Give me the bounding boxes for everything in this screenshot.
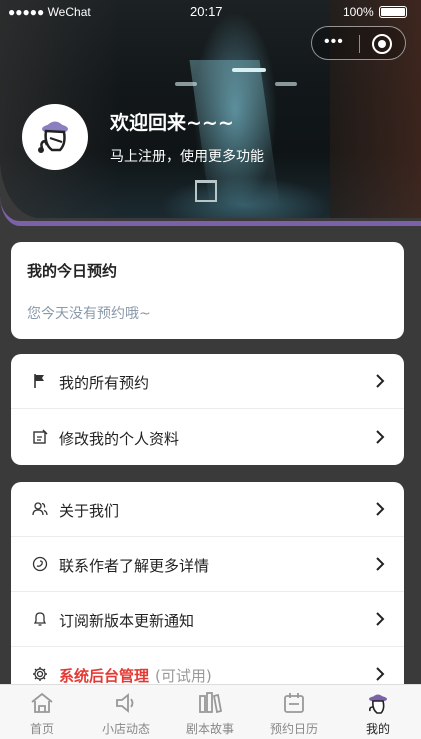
miniprogram-capsule: •••: [311, 26, 406, 60]
tab-mine[interactable]: 我的: [336, 685, 420, 739]
register-prompt[interactable]: 马上注册，使用更多功能: [110, 146, 264, 166]
menu-item-label: 关于我们: [59, 502, 120, 520]
books-icon: [199, 692, 223, 714]
today-reservation-title: 我的今日预约: [27, 262, 118, 280]
admin-trial-hint: (可试用): [155, 667, 212, 685]
profile-avatar-icon: [369, 694, 387, 714]
ceiling-light: [275, 82, 297, 86]
calendar-icon: [284, 693, 304, 713]
today-reservation-card: 我的今日预约 您今天没有预约哦~: [11, 242, 404, 339]
status-time: 20:17: [190, 4, 223, 19]
tab-shop-news[interactable]: 小店动态: [84, 685, 168, 739]
menu-item-about-us[interactable]: 关于我们: [11, 482, 404, 537]
menu-item-label: 联系作者了解更多详情: [59, 557, 210, 575]
tab-label: 首页: [29, 722, 54, 736]
status-battery-percent: 100%: [343, 5, 374, 19]
tab-scripts[interactable]: 剧本故事: [168, 685, 252, 739]
admin-label: 系统后台管理: [59, 667, 150, 685]
bell-icon: [33, 612, 47, 626]
status-bar: ●●●●● WeChat 20:17 100%: [0, 0, 421, 24]
menu-group-info: 关于我们 联系作者了解更多详情 订阅新版本更新通知 系统后台管理 (可试用): [11, 482, 404, 702]
bottom-tab-bar: 首页 小店动态 剧本故事 预约日历 我的: [0, 684, 421, 739]
chevron-right-icon: [376, 502, 385, 516]
menu-item-subscribe-updates[interactable]: 订阅新版本更新通知: [11, 592, 404, 647]
today-reservation-empty: 您今天没有预约哦~: [27, 306, 151, 322]
tab-label: 小店动态: [101, 722, 150, 736]
target-icon[interactable]: [372, 34, 392, 54]
tab-home[interactable]: 首页: [0, 685, 84, 739]
menu-item-label: 订阅新版本更新通知: [59, 612, 195, 630]
user-avatar[interactable]: [22, 104, 88, 170]
chat-icon: [32, 556, 48, 572]
tab-label: 剧本故事: [185, 722, 234, 736]
gear-icon: [33, 667, 47, 681]
menu-item-label: 系统后台管理 (可试用): [59, 665, 212, 686]
menu-item-all-reservations[interactable]: 我的所有预约: [11, 354, 404, 409]
tab-reservation-calendar[interactable]: 预约日历: [252, 685, 336, 739]
welcome-title: 欢迎回来~~~: [110, 112, 234, 134]
menu-item-contact-author[interactable]: 联系作者了解更多详情: [11, 537, 404, 592]
ceiling-light: [232, 68, 266, 72]
home-icon: [31, 692, 53, 713]
chevron-right-icon: [376, 430, 385, 444]
status-carrier: ●●●●● WeChat: [8, 5, 91, 19]
more-button[interactable]: •••: [324, 33, 344, 51]
detective-avatar-icon: [38, 121, 68, 153]
battery-icon: [379, 6, 407, 18]
menu-item-label: 修改我的个人资料: [59, 430, 180, 448]
tab-label: 我的: [365, 722, 390, 736]
chair-graphic: [195, 180, 217, 202]
menu-item-edit-profile[interactable]: 修改我的个人资料: [11, 410, 404, 465]
users-icon: [32, 502, 48, 516]
ceiling-light: [175, 82, 197, 86]
flag-icon: [34, 374, 44, 388]
chevron-right-icon: [376, 667, 385, 681]
chevron-right-icon: [376, 557, 385, 571]
menu-item-label: 我的所有预约: [59, 374, 150, 392]
chevron-right-icon: [376, 612, 385, 626]
tab-label: 预约日历: [269, 722, 318, 736]
menu-group-account: 我的所有预约 修改我的个人资料: [11, 354, 404, 465]
edit-icon: [33, 429, 48, 444]
chevron-right-icon: [376, 374, 385, 388]
speaker-icon: [116, 693, 134, 713]
capsule-divider: [359, 35, 360, 53]
